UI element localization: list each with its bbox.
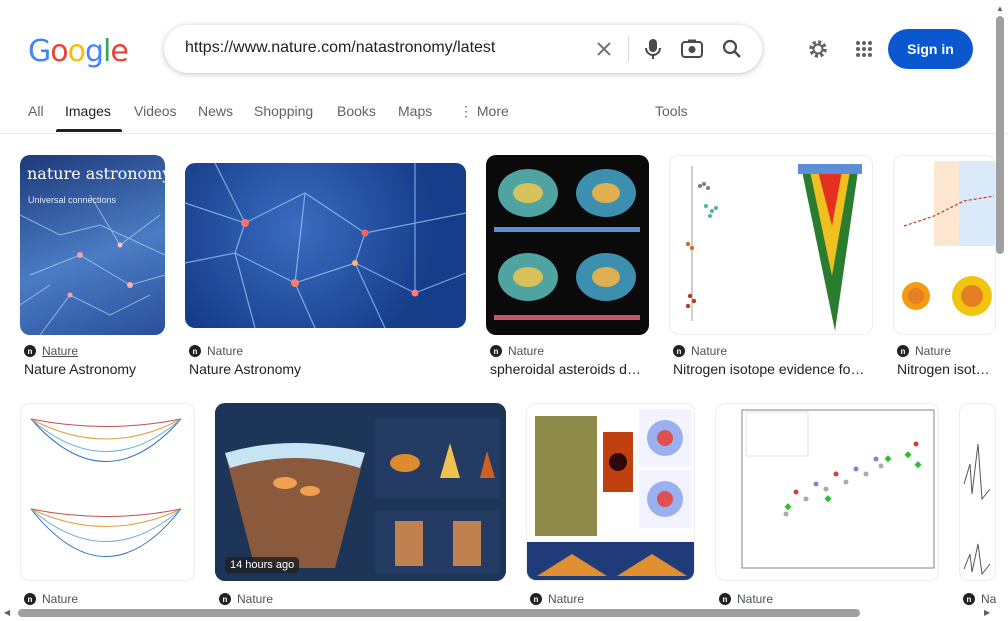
tab-all[interactable]: All xyxy=(28,103,44,119)
result-image-scatter-plot[interactable] xyxy=(715,403,939,581)
nature-favicon-icon: n xyxy=(490,345,502,357)
tab-maps[interactable]: Maps xyxy=(398,103,432,119)
tab-news[interactable]: News xyxy=(198,103,233,119)
tab-more-label: More xyxy=(476,103,509,119)
settings-gear-icon[interactable] xyxy=(806,37,830,61)
result-source[interactable]: n Nature xyxy=(24,592,78,606)
ice-shell-figure xyxy=(225,418,500,573)
vertical-scrollbar-thumb[interactable] xyxy=(996,16,1004,254)
result-source[interactable]: n Nature xyxy=(719,592,773,606)
result-source[interactable]: n Nature xyxy=(24,344,78,358)
result-title[interactable]: Nitrogen isotope evidence fo… xyxy=(673,361,873,377)
nature-favicon-icon: n xyxy=(897,345,909,357)
result-source[interactable]: n Na xyxy=(963,592,996,606)
logo-letter-g: G xyxy=(28,34,51,69)
horizontal-scrollbar-thumb[interactable] xyxy=(18,609,860,617)
solar-figure xyxy=(527,409,694,580)
source-name: Nature xyxy=(42,592,79,606)
cosmic-web-pattern xyxy=(185,163,466,328)
apps-grid-icon[interactable] xyxy=(852,37,876,61)
scroll-up-arrow-icon[interactable]: ▲ xyxy=(996,4,1004,13)
logo-letter-e: e xyxy=(110,34,128,69)
result-source[interactable]: n Nature xyxy=(897,344,951,358)
result-source[interactable]: n Nature xyxy=(189,344,243,358)
nature-favicon-icon: n xyxy=(719,593,731,605)
source-name: Nature xyxy=(207,344,244,358)
result-title[interactable]: spheroidal asteroids d… xyxy=(490,361,645,377)
source-name: Nature xyxy=(691,344,728,358)
microphone-icon[interactable] xyxy=(641,37,665,61)
result-image-europa-interior[interactable]: 14 hours ago xyxy=(215,403,506,581)
active-tab-indicator xyxy=(56,129,122,132)
search-divider xyxy=(628,36,629,62)
result-source[interactable]: n Nature xyxy=(673,344,727,358)
spectrum-figure xyxy=(963,443,991,576)
result-image-nitrogen-isotope[interactable] xyxy=(669,155,873,335)
source-name: Nature xyxy=(737,592,774,606)
nature-favicon-icon: n xyxy=(530,593,542,605)
result-title[interactable]: Nitrogen isotop… xyxy=(897,361,993,377)
search-tabs: All Images Videos News Shopping Books Ma… xyxy=(0,92,1008,134)
source-name: Nature xyxy=(548,592,585,606)
nature-favicon-icon: n xyxy=(673,345,685,357)
result-source[interactable]: n Nature xyxy=(490,344,544,358)
result-image-asteroid-geopotential[interactable] xyxy=(486,155,649,335)
tab-videos[interactable]: Videos xyxy=(134,103,177,119)
nature-favicon-icon: n xyxy=(219,593,231,605)
nature-favicon-icon: n xyxy=(24,345,36,357)
source-name: Nature xyxy=(508,344,545,358)
sign-in-button[interactable]: Sign in xyxy=(888,29,973,69)
result-title[interactable]: Nature Astronomy xyxy=(189,361,465,377)
tab-books[interactable]: Books xyxy=(337,103,376,119)
result-image-nitrogen-isotope-2[interactable] xyxy=(893,155,996,335)
result-image-solar-observation[interactable] xyxy=(526,403,695,581)
scroll-left-arrow-icon[interactable]: ◀ xyxy=(4,608,10,617)
tools-button[interactable]: Tools xyxy=(655,103,688,119)
nature-favicon-icon: n xyxy=(963,593,975,605)
result-image-cosmic-web[interactable] xyxy=(185,163,466,328)
scatter-figure xyxy=(741,409,935,569)
search-icon[interactable] xyxy=(720,37,744,61)
logo-letter-l: l xyxy=(103,34,111,69)
clear-icon[interactable] xyxy=(592,37,616,61)
tab-shopping[interactable]: Shopping xyxy=(254,103,313,119)
result-source[interactable]: n Nature xyxy=(219,592,273,606)
result-image-spectrum-partial[interactable] xyxy=(959,403,996,581)
search-input[interactable]: https://www.nature.com/natastronomy/late… xyxy=(185,39,495,57)
source-name: Na xyxy=(981,592,997,606)
camera-lens-icon[interactable] xyxy=(680,37,704,61)
result-title[interactable]: Nature Astronomy xyxy=(24,361,169,377)
curves-figure xyxy=(30,418,182,557)
nitrogen-figure xyxy=(685,164,862,331)
cover-title: nature astronomy xyxy=(27,164,165,183)
logo-letter-o1: o xyxy=(50,34,68,69)
result-image-potential-curves[interactable] xyxy=(20,403,195,581)
cover-subtitle: Universal connections xyxy=(28,195,117,205)
source-name: Nature xyxy=(42,344,79,358)
search-box[interactable]: https://www.nature.com/natastronomy/late… xyxy=(164,25,762,73)
tab-images[interactable]: Images xyxy=(65,103,111,119)
asteroid-maps-figure xyxy=(494,169,640,320)
more-dots-icon: ⋮ xyxy=(459,103,473,119)
nature-favicon-icon: n xyxy=(24,593,36,605)
nature-favicon-icon: n xyxy=(189,345,201,357)
source-name: Nature xyxy=(237,592,274,606)
nitrogen-accretion-figure xyxy=(902,161,995,316)
recent-time-badge: 14 hours ago xyxy=(225,557,300,573)
result-image-nature-astronomy-cover[interactable]: nature astronomy Universal connections xyxy=(20,155,165,335)
scroll-right-arrow-icon[interactable]: ▶ xyxy=(984,608,990,617)
logo-letter-g2: g xyxy=(84,34,104,69)
tab-more[interactable]: ⋮ More xyxy=(459,103,509,120)
logo-letter-o2: o xyxy=(67,34,86,69)
source-name: Nature xyxy=(915,344,952,358)
result-source[interactable]: n Nature xyxy=(530,592,584,606)
google-logo[interactable]: Google xyxy=(28,34,129,69)
